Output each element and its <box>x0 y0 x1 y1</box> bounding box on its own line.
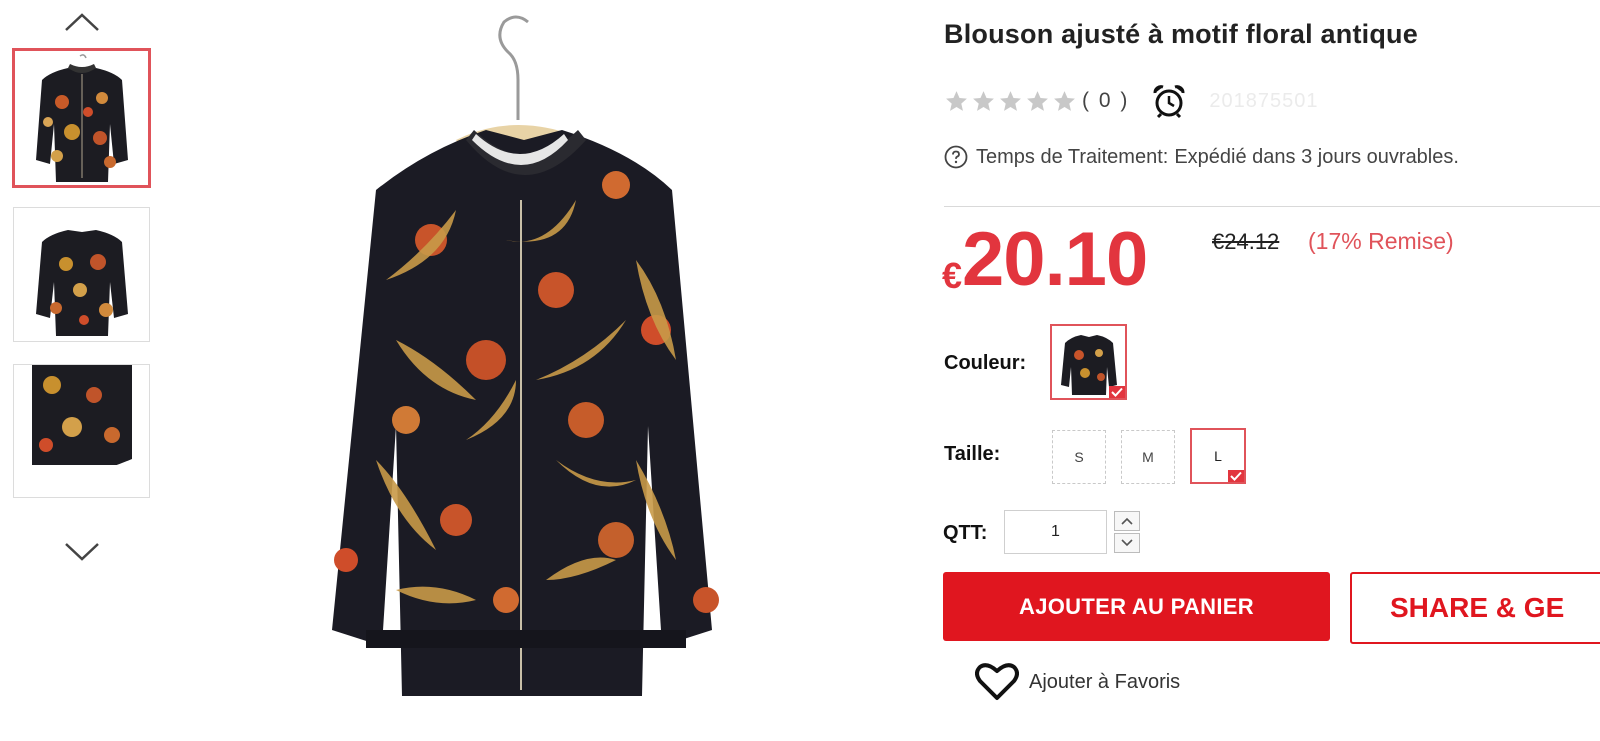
color-label: Couleur: <box>944 352 1027 374</box>
product-sku: 201875501 <box>1209 89 1319 112</box>
chevron-down-icon <box>65 543 99 561</box>
size-option-l[interactable]: L <box>1190 428 1246 484</box>
alarm-clock-icon <box>1151 83 1187 119</box>
original-price: €24.12 <box>1212 229 1280 254</box>
quantity-increment-button[interactable] <box>1114 511 1140 531</box>
star-icon <box>944 89 969 114</box>
jacket-front-thumbnail <box>35 54 128 182</box>
processing-label: Temps de Traitement: <box>976 145 1169 168</box>
checkmark-icon <box>1228 470 1244 482</box>
jacket-main-image <box>332 15 719 696</box>
chevron-up-icon <box>1121 517 1133 525</box>
price-amount: 20.10 <box>962 217 1148 302</box>
star-rating <box>944 89 1077 114</box>
current-price: € 20.10 <box>942 217 1148 302</box>
star-icon <box>971 89 996 114</box>
review-count[interactable]: ( 0 ) <box>1082 89 1129 113</box>
processing-time: Temps de Traitement: Expédié dans 3 jour… <box>944 145 1459 169</box>
quantity-decrement-button[interactable] <box>1114 533 1140 553</box>
rating-row: ( 0 ) 201875501 <box>944 83 1319 119</box>
star-icon <box>1052 89 1077 114</box>
gallery-up-button[interactable] <box>62 10 102 34</box>
main-product-image <box>256 0 796 741</box>
heart-icon <box>975 663 1019 701</box>
question-circle-icon[interactable] <box>944 145 968 169</box>
gallery-down-button[interactable] <box>62 540 102 564</box>
chevron-up-icon <box>65 13 99 31</box>
checkmark-icon <box>1109 386 1125 398</box>
size-label: Taille: <box>944 443 1001 465</box>
star-icon <box>1025 89 1050 114</box>
jacket-detail-thumbnail <box>31 365 132 497</box>
price-currency: € <box>942 255 963 296</box>
star-icon <box>998 89 1023 114</box>
favorites-label: Ajouter à Favoris <box>1029 670 1181 693</box>
color-swatch-floral[interactable] <box>1050 324 1127 400</box>
quantity-input[interactable] <box>1004 510 1107 554</box>
product-title: Blouson ajusté à motif floral antique <box>944 19 1418 49</box>
divider <box>944 206 1600 207</box>
discount-badge: (17% Remise) <box>1308 228 1454 254</box>
thumbnail-front[interactable] <box>12 48 151 188</box>
add-to-favorites-link[interactable]: Ajouter à Favoris <box>975 663 1180 701</box>
quantity-label: QTT: <box>943 522 988 544</box>
processing-value: Expédié dans 3 jours ouvrables. <box>1174 145 1459 168</box>
chevron-down-icon <box>1121 539 1133 547</box>
size-option-m[interactable]: M <box>1121 430 1175 484</box>
share-button[interactable]: SHARE & GE <box>1350 572 1600 644</box>
jacket-back-thumbnail <box>35 229 128 336</box>
size-option-l-label: L <box>1214 448 1222 464</box>
thumbnail-detail[interactable] <box>13 364 150 498</box>
add-to-cart-button[interactable]: AJOUTER AU PANIER <box>943 572 1330 641</box>
thumbnail-back[interactable] <box>13 207 150 342</box>
size-option-s[interactable]: S <box>1052 430 1106 484</box>
